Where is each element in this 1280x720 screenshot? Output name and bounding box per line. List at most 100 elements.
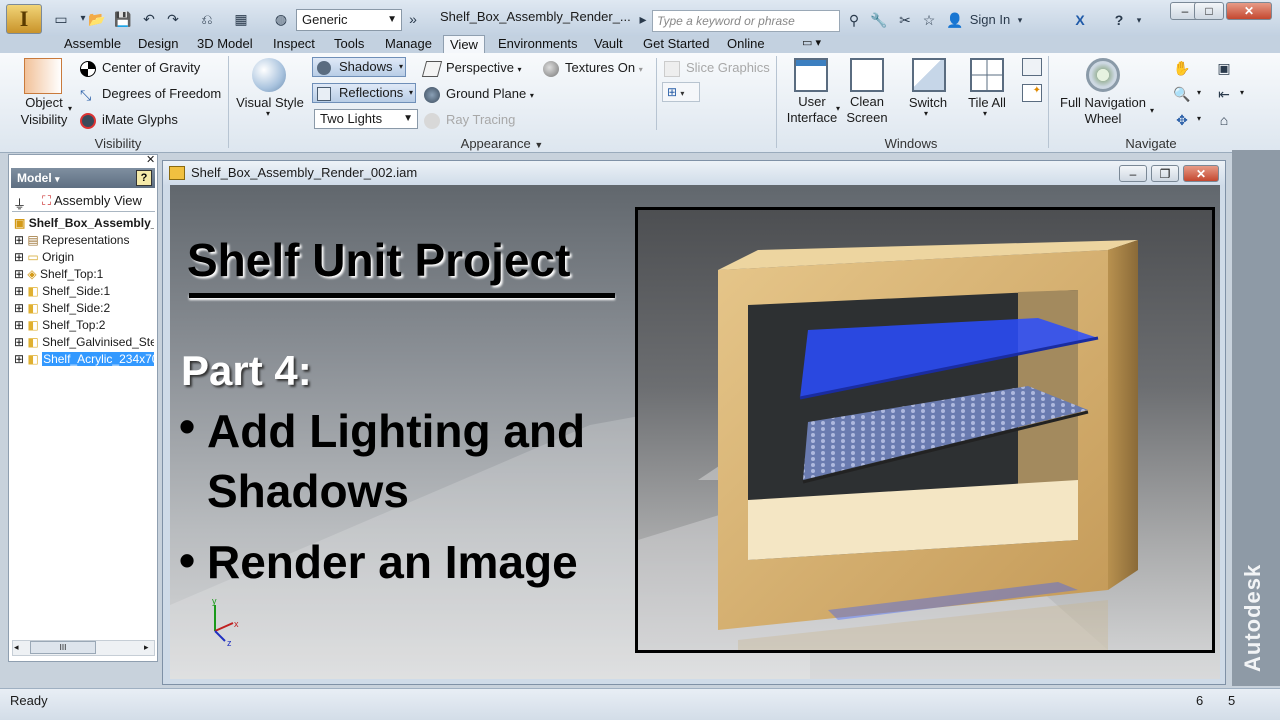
undo-icon[interactable]: ↶ xyxy=(140,10,158,28)
help-icon[interactable]: ? xyxy=(1110,10,1128,30)
textures-dropdown-icon[interactable]: ▾ xyxy=(639,65,643,74)
help-icon[interactable]: ? xyxy=(136,170,152,186)
zoom-dropdown-icon[interactable]: ▾ xyxy=(1197,88,1201,97)
reflections-dropdown-icon[interactable]: ▾ xyxy=(409,84,413,102)
expand-toolbar-icon[interactable]: » xyxy=(404,10,422,28)
home-icon[interactable]: ⌂ xyxy=(1214,110,1234,130)
browser-close-icon[interactable]: ✕ xyxy=(146,153,155,166)
subscription-icon[interactable]: ✂ xyxy=(896,10,914,30)
tab-inspect[interactable]: Inspect xyxy=(267,35,321,53)
search-input[interactable]: Type a keyword or phrase xyxy=(652,10,840,32)
binoculars-icon[interactable]: ⚲ xyxy=(845,10,863,30)
tree-item-shelf-side-2[interactable]: ⊞ ◧ Shelf_Side:2 xyxy=(14,300,154,317)
look-at-dropdown-icon[interactable]: ▾ xyxy=(1240,88,1244,97)
save-icon[interactable]: 💾 xyxy=(114,10,132,28)
title-expand-icon[interactable]: ▸ xyxy=(634,10,652,28)
sign-in-dropdown-icon[interactable]: ▾ xyxy=(1014,10,1026,30)
tab-tools[interactable]: Tools xyxy=(328,35,370,53)
application-menu-button[interactable]: I xyxy=(6,4,42,34)
assembly-view-button[interactable]: ⛶ Assembly View xyxy=(42,192,142,210)
navigation-wheel-dropdown-icon[interactable]: ▾ xyxy=(1150,106,1154,115)
orbit-dropdown-icon[interactable]: ▾ xyxy=(1197,114,1201,123)
visual-style-icon[interactable] xyxy=(252,58,286,92)
scroll-right-icon[interactable]: ▸ xyxy=(144,642,149,653)
ground-plane-dropdown-icon[interactable]: ▾ xyxy=(530,91,534,100)
viewcube-icon[interactable]: ▣ xyxy=(1214,58,1234,78)
tab-online[interactable]: Online xyxy=(721,35,771,53)
pan-icon[interactable]: ✋ xyxy=(1172,58,1192,78)
zoom-icon[interactable]: 🔍 xyxy=(1172,84,1192,104)
material-sphere-icon[interactable]: ◍ xyxy=(272,10,290,28)
slice-graphics-button[interactable]: Slice Graphics xyxy=(664,59,770,77)
tree-item-shelf-side-1[interactable]: ⊞ ◧ Shelf_Side:1 xyxy=(14,283,154,300)
tab-environments[interactable]: Environments xyxy=(492,35,583,53)
tab-view[interactable]: View xyxy=(443,35,485,53)
tab-3d-model[interactable]: 3D Model xyxy=(191,35,259,53)
user-interface-button[interactable]: User Interface xyxy=(784,94,840,126)
clean-screen-icon[interactable] xyxy=(850,58,884,92)
ray-tracing-button[interactable]: Ray Tracing xyxy=(424,111,515,129)
project-icon[interactable]: ▦ xyxy=(232,10,250,28)
scroll-left-icon[interactable]: ◂ xyxy=(14,642,19,653)
imate-glyphs-button[interactable]: iMate Glyphs xyxy=(80,111,178,129)
sign-in-button[interactable]: Sign In xyxy=(968,10,1012,30)
maximize-button[interactable]: □ xyxy=(1194,2,1224,20)
tree-root[interactable]: ▣ Shelf_Box_Assembly_R xyxy=(14,215,154,232)
tree-item-shelf-top-2[interactable]: ⊞ ◧ Shelf_Top:2 xyxy=(14,317,154,334)
tree-item-shelf-galvanised[interactable]: ⊞ ◧ Shelf_Galvinised_Stee xyxy=(14,334,154,351)
cascade-icon[interactable] xyxy=(1022,58,1042,76)
tab-assemble[interactable]: Assemble xyxy=(58,35,127,53)
center-of-gravity-button[interactable]: Center of Gravity xyxy=(80,59,200,77)
user-interface-dropdown-icon[interactable]: ▾ xyxy=(836,104,840,113)
user-icon[interactable]: 👤 xyxy=(946,10,964,30)
visual-style-dropdown-icon[interactable]: ▾ xyxy=(266,109,270,118)
lighting-style-dropdown[interactable]: Two Lights ▼ xyxy=(314,109,418,129)
navigation-wheel-icon[interactable] xyxy=(1086,58,1120,92)
switch-icon[interactable] xyxy=(912,58,946,92)
open-folder-icon[interactable]: 📂 xyxy=(88,10,106,28)
return-icon[interactable]: ⎌ xyxy=(198,10,216,28)
browser-header[interactable]: Model ▾ xyxy=(11,168,155,188)
tile-all-dropdown-icon[interactable]: ▾ xyxy=(983,109,987,118)
look-at-icon[interactable]: ⇤ xyxy=(1214,84,1234,104)
tab-vault[interactable]: Vault xyxy=(588,35,629,53)
clean-screen-button[interactable]: Clean Screen xyxy=(844,94,890,126)
tab-design[interactable]: Design xyxy=(132,35,184,53)
user-interface-icon[interactable] xyxy=(794,58,828,92)
tree-item-shelf-acrylic[interactable]: ⊞ ◧ Shelf_Acrylic_234x70 xyxy=(14,351,154,368)
close-button[interactable]: ✕ xyxy=(1226,2,1272,20)
ground-plane-button[interactable]: Ground Plane ▾ xyxy=(424,85,534,105)
textures-on-button[interactable]: Textures On ▾ xyxy=(543,59,643,79)
doc-minimize-button[interactable]: – xyxy=(1119,165,1147,182)
exchange-icon[interactable]: X xyxy=(1070,10,1090,30)
ribbon-options-icon[interactable]: ▭ ▾ xyxy=(796,35,827,53)
object-visibility-icon[interactable] xyxy=(24,58,62,94)
degrees-of-freedom-button[interactable]: ⤡ Degrees of Freedom xyxy=(80,85,221,103)
tree-item-representations[interactable]: ⊞ ▤ Representations xyxy=(14,232,154,249)
doc-restore-button[interactable]: ❐ xyxy=(1151,165,1179,182)
tile-all-icon[interactable] xyxy=(970,58,1004,92)
star-icon[interactable]: ☆ xyxy=(920,10,938,30)
wrench-icon[interactable]: 🔧 xyxy=(870,10,888,30)
shadows-button[interactable]: Shadows ▾ xyxy=(312,57,406,77)
help-dropdown-icon[interactable]: ▾ xyxy=(1134,10,1144,30)
object-visibility-dropdown-icon[interactable]: ▾ xyxy=(68,104,72,113)
tab-manage[interactable]: Manage xyxy=(379,35,438,53)
appearance-expand-icon[interactable]: ▼ xyxy=(534,140,543,150)
new-window-icon[interactable]: ✦ xyxy=(1022,84,1042,102)
shadows-dropdown-icon[interactable]: ▾ xyxy=(399,58,403,76)
tree-item-shelf-top-1[interactable]: ⊞ ◈ Shelf_Top:1 xyxy=(14,266,154,283)
scroll-thumb[interactable]: III xyxy=(30,641,96,654)
reflections-button[interactable]: Reflections ▾ xyxy=(312,83,416,103)
redo-icon[interactable]: ↷ xyxy=(164,10,182,28)
tab-get-started[interactable]: Get Started xyxy=(637,35,715,53)
perspective-button[interactable]: Perspective ▾ xyxy=(421,59,522,79)
object-visibility-button[interactable]: Object Visibility xyxy=(14,94,74,128)
perspective-dropdown-icon[interactable]: ▾ xyxy=(518,65,522,74)
new-file-icon[interactable]: ▭ xyxy=(52,10,70,28)
section-view-button[interactable]: ⊞ ▾ xyxy=(662,82,700,102)
tree-item-origin[interactable]: ⊞ ▭ Origin xyxy=(14,249,154,266)
orbit-icon[interactable]: ✥ xyxy=(1172,110,1192,130)
switch-dropdown-icon[interactable]: ▾ xyxy=(924,109,928,118)
style-dropdown[interactable]: Generic ▼ xyxy=(296,9,402,31)
